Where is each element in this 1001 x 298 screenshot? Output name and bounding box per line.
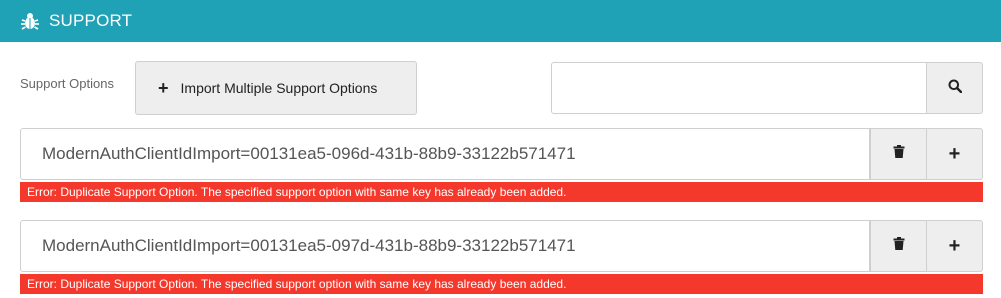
support-options-label: Support Options (20, 76, 114, 91)
plus-icon: + (948, 234, 961, 257)
add-button[interactable]: + (926, 220, 983, 272)
support-option-field[interactable]: ModernAuthClientIdImport=00131ea5-096d-4… (20, 128, 870, 180)
header-title: SUPPORT (49, 11, 133, 30)
plus-icon: + (158, 78, 169, 98)
error-message: Error: Duplicate Support Option. The spe… (20, 274, 983, 294)
plus-icon: + (948, 142, 961, 165)
section-header: SUPPORT (0, 0, 1001, 42)
trash-icon (893, 145, 905, 163)
search-icon (948, 79, 962, 98)
support-option-field[interactable]: ModernAuthClientIdImport=00131ea5-097d-4… (20, 220, 870, 272)
search-button[interactable] (926, 62, 983, 114)
error-message: Error: Duplicate Support Option. The spe… (20, 182, 983, 202)
trash-icon (893, 237, 905, 255)
bug-icon (20, 11, 40, 31)
import-multiple-button[interactable]: + Import Multiple Support Options (135, 61, 417, 115)
import-button-label: Import Multiple Support Options (180, 80, 378, 96)
add-button[interactable]: + (926, 128, 983, 180)
search-input[interactable] (551, 62, 927, 114)
delete-button[interactable] (870, 220, 927, 272)
delete-button[interactable] (870, 128, 927, 180)
